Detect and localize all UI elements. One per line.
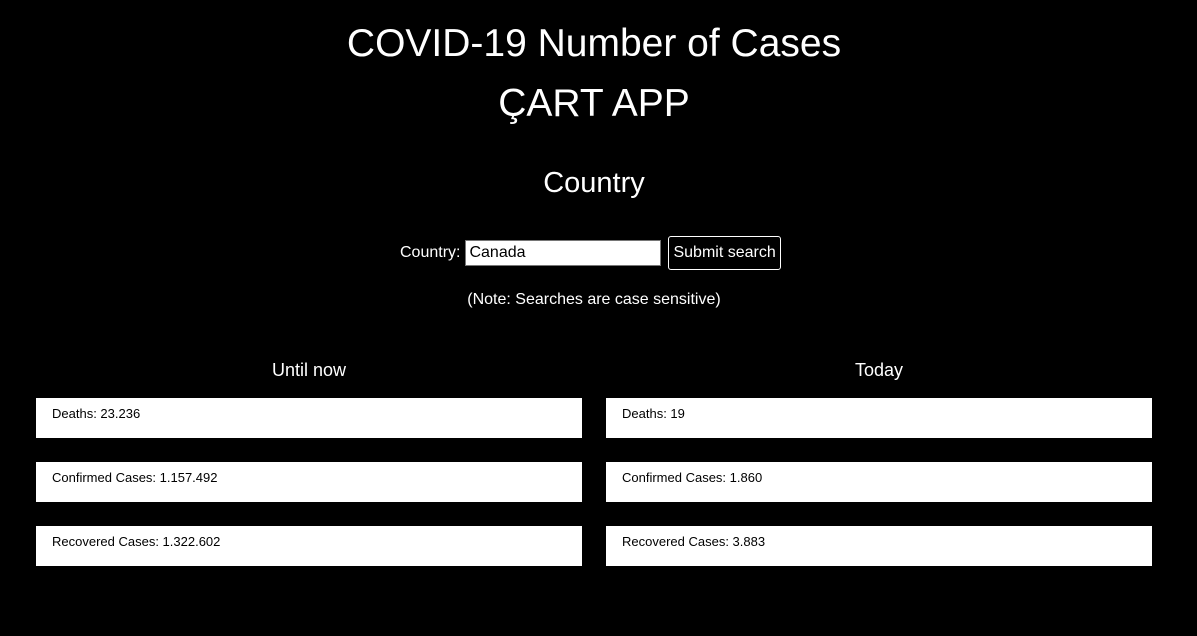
country-label: Country: xyxy=(400,244,461,261)
country-input[interactable] xyxy=(465,240,662,266)
app-title: COVID-19 Number of Cases xyxy=(346,22,842,65)
until-now-confirmed-cases: Confirmed Cases: 1.157.492 xyxy=(36,462,582,502)
today-heading: Today xyxy=(854,360,904,380)
today-deaths: Deaths: 19 xyxy=(606,398,1152,438)
until-now-heading: Until now xyxy=(271,360,347,380)
today-recovered-cases: Recovered Cases: 3.883 xyxy=(606,526,1152,566)
today-panel: Today Deaths: 19 Confirmed Cases: 1.860 … xyxy=(606,360,1152,590)
app-subtitle: ÇART APP xyxy=(498,82,690,125)
until-now-recovered-cases: Recovered Cases: 1.322.602 xyxy=(36,526,582,566)
until-now-deaths: Deaths: 23.236 xyxy=(36,398,582,438)
submit-search-button[interactable]: Submit search xyxy=(668,236,781,270)
search-form: Country: Submit search xyxy=(400,236,781,270)
case-sensitivity-note: (Note: Searches are case sensitive) xyxy=(467,291,721,308)
section-title: Country xyxy=(543,167,645,199)
until-now-panel: Until now Deaths: 23.236 Confirmed Cases… xyxy=(36,360,582,590)
page: COVID-19 Number of Cases ÇART APP Countr… xyxy=(0,0,1197,636)
today-confirmed-cases: Confirmed Cases: 1.860 xyxy=(606,462,1152,502)
